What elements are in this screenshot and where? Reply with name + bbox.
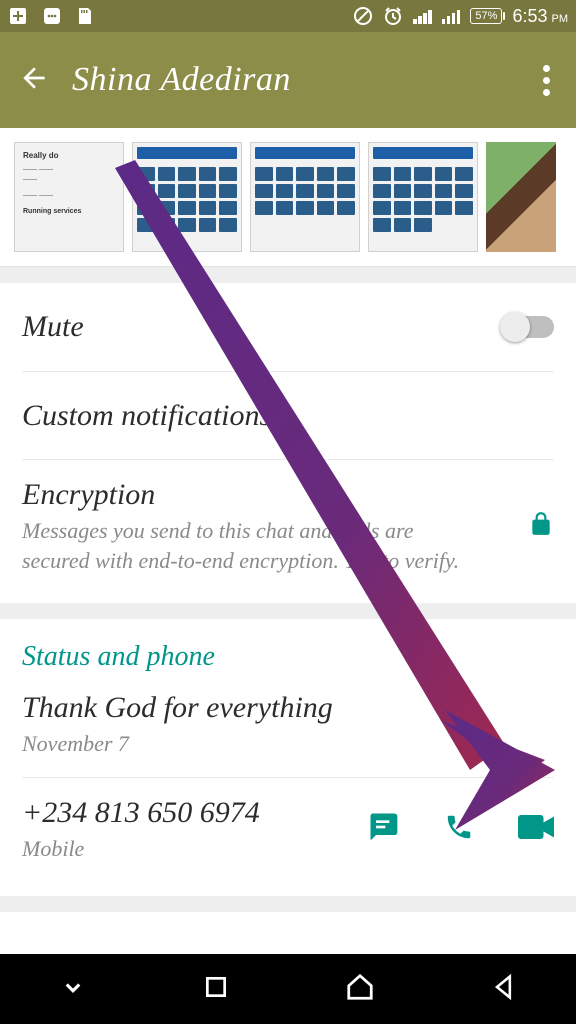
nav-home-icon[interactable] xyxy=(345,972,375,1007)
next-section-peek xyxy=(0,912,576,954)
no-entry-icon xyxy=(353,6,373,26)
android-status-bar: 57% 6:53PM xyxy=(0,0,576,32)
media-thumb[interactable] xyxy=(368,142,478,252)
alarm-icon xyxy=(383,6,403,26)
media-thumb[interactable] xyxy=(250,142,360,252)
media-gallery-row[interactable]: Really do —— ———— —— —— Running services xyxy=(0,128,576,267)
battery-icon: 57% xyxy=(470,8,502,24)
contact-title: Shina Adediran xyxy=(72,61,291,99)
encryption-row[interactable]: Encryption Messages you send to this cha… xyxy=(22,459,554,603)
media-thumb[interactable] xyxy=(132,142,242,252)
status-phone-header: Status and phone xyxy=(22,619,554,673)
signal-2-icon xyxy=(442,8,461,24)
app-bar: Shina Adediran xyxy=(0,32,576,128)
media-thumb[interactable]: Really do —— ———— —— —— Running services xyxy=(14,142,124,252)
encryption-desc: Messages you send to this chat and calls… xyxy=(22,516,528,575)
phone-number: +234 813 650 6974 xyxy=(22,796,368,830)
lock-icon xyxy=(528,509,554,544)
back-icon[interactable] xyxy=(18,62,50,99)
notification-plus-icon xyxy=(8,6,28,26)
status-text: Thank God for everything xyxy=(22,691,554,725)
message-icon[interactable] xyxy=(368,811,400,848)
phone-row: +234 813 650 6974 Mobile xyxy=(22,777,554,882)
android-nav-bar xyxy=(0,954,576,1024)
status-date: November 7 xyxy=(22,729,554,759)
mute-label: Mute xyxy=(22,310,502,344)
bbm-icon xyxy=(42,6,62,26)
signal-1-icon xyxy=(413,8,432,24)
video-call-icon[interactable] xyxy=(518,813,554,846)
sd-card-icon xyxy=(76,6,94,26)
mute-toggle[interactable] xyxy=(502,316,554,338)
clock-time: 6:53PM xyxy=(512,6,568,27)
status-row[interactable]: Thank God for everything November 7 xyxy=(22,673,554,777)
custom-notifications-label: Custom notifications xyxy=(22,399,554,433)
nav-back-icon[interactable] xyxy=(490,973,518,1006)
media-thumb[interactable] xyxy=(486,142,556,252)
call-icon[interactable] xyxy=(444,812,474,847)
status-phone-section: Status and phone Thank God for everythin… xyxy=(0,619,576,895)
custom-notifications-row[interactable]: Custom notifications xyxy=(22,371,554,459)
chat-settings-section: Mute Custom notifications Encryption Mes… xyxy=(0,283,576,603)
overflow-menu-icon[interactable] xyxy=(535,57,558,104)
encryption-title: Encryption xyxy=(22,478,528,512)
mute-row[interactable]: Mute xyxy=(22,283,554,371)
nav-recents-icon[interactable] xyxy=(203,974,229,1005)
phone-type: Mobile xyxy=(22,834,368,864)
nav-expand-icon[interactable] xyxy=(58,972,88,1007)
